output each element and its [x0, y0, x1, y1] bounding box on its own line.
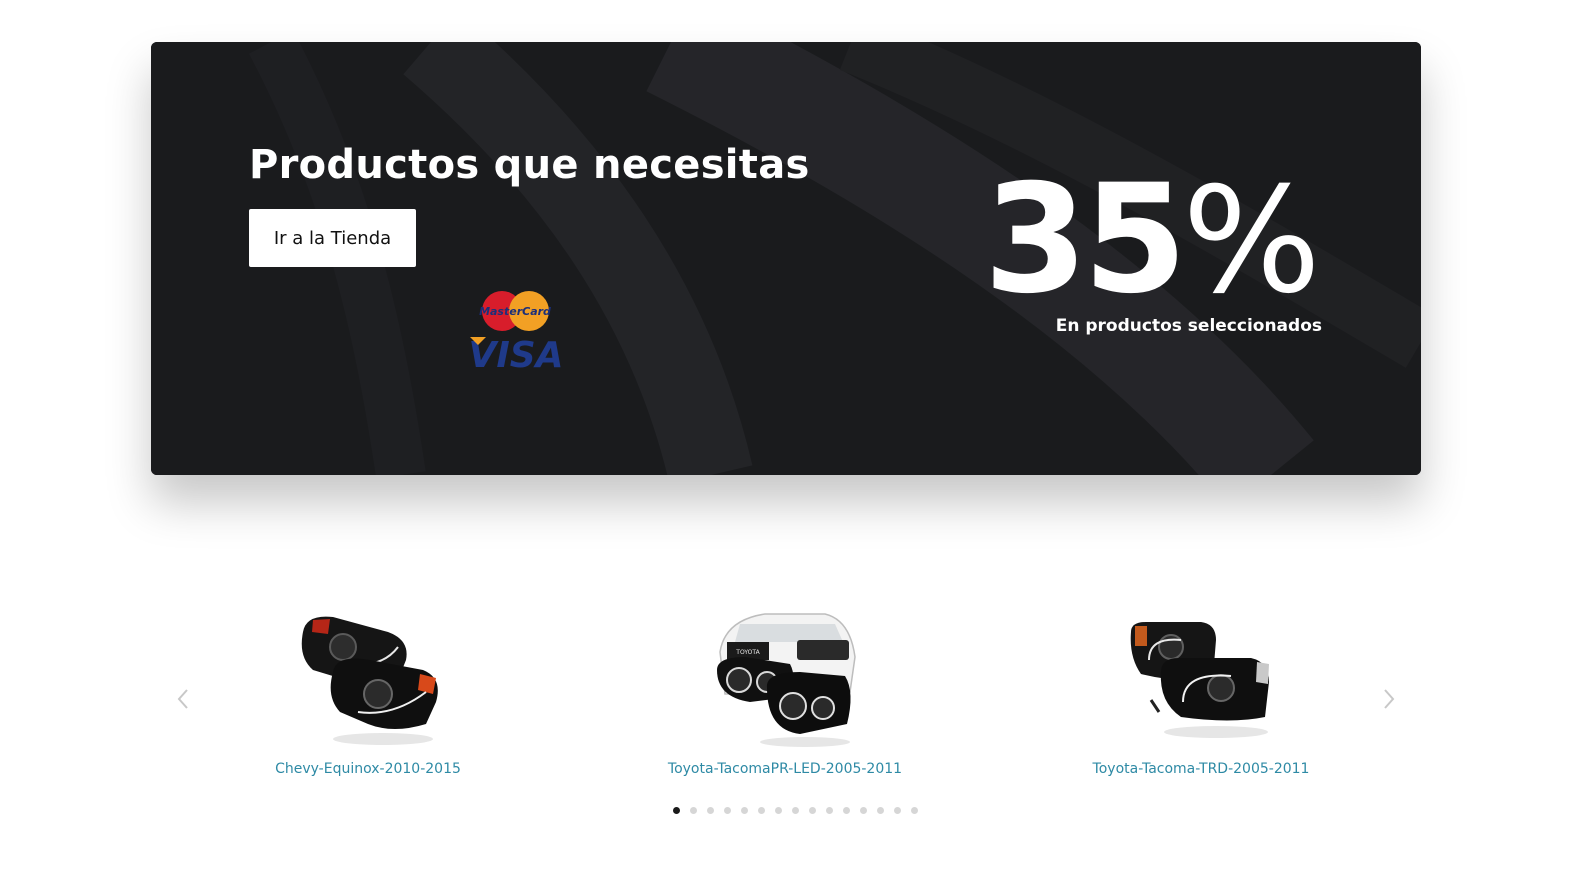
- carousel-dot[interactable]: [723, 806, 731, 814]
- mastercard-logo-text: MasterCard: [479, 305, 551, 318]
- black-headlight-pair-image: [301, 616, 438, 745]
- svg-text:TOYOTA: TOYOTA: [735, 649, 760, 656]
- carousel-dot[interactable]: [893, 806, 901, 814]
- mastercard-visa-logo: MasterCard VISA: [468, 291, 564, 375]
- white-truck-headlight-pair-image: TOYOTA: [717, 613, 856, 747]
- chevron-left-icon: [177, 689, 188, 709]
- product-name[interactable]: Chevy-Equinox-2010-2015: [275, 761, 461, 777]
- discount-number: 35: [983, 153, 1188, 327]
- carousel-dot[interactable]: [842, 806, 850, 814]
- carousel-dot[interactable]: [859, 806, 867, 814]
- percent-symbol: %: [1182, 156, 1321, 326]
- carousel-next-arrow[interactable]: [1375, 685, 1403, 713]
- product-card-chevy-equinox[interactable]: Chevy-Equinox-2010-2015: [218, 585, 518, 785]
- carousel-dot[interactable]: [757, 806, 765, 814]
- product-card-toyota-tacoma-trd[interactable]: Toyota-Tacoma-TRD-2005-2011: [1051, 585, 1351, 785]
- black-headlight-pair-image: [1130, 622, 1269, 738]
- carousel-dot[interactable]: [825, 806, 833, 814]
- carousel-dot[interactable]: [774, 806, 782, 814]
- visa-logo-text: VISA: [468, 335, 563, 375]
- carousel-dot[interactable]: [672, 806, 680, 814]
- go-to-store-button[interactable]: Ir a la Tienda: [249, 209, 416, 267]
- product-name[interactable]: Toyota-Tacoma-TRD-2005-2011: [1093, 761, 1310, 777]
- discount-value: 35%: [984, 160, 1321, 321]
- product-carousel: Chevy-Equinox-2010-2015 TOYOTA Toyota-Ta…: [151, 585, 1421, 835]
- carousel-dot[interactable]: [740, 806, 748, 814]
- carousel-dot[interactable]: [876, 806, 884, 814]
- carousel-previous-arrow[interactable]: [169, 685, 197, 713]
- promo-banner: Productos que necesitas Ir a la Tienda M…: [151, 42, 1421, 475]
- discount-caption: En productos seleccionados: [1055, 316, 1322, 336]
- carousel-dot[interactable]: [706, 806, 714, 814]
- carousel-pagination: [160, 803, 1430, 817]
- product-card-toyota-tacoma-pr-led[interactable]: TOYOTA Toyota-TacomaPR-LED-2005-2011: [635, 585, 935, 785]
- carousel-dot[interactable]: [689, 806, 697, 814]
- carousel-dot[interactable]: [808, 806, 816, 814]
- promo-title: Productos que necesitas: [249, 142, 810, 188]
- carousel-dot[interactable]: [791, 806, 799, 814]
- carousel-dot[interactable]: [910, 806, 918, 814]
- product-name[interactable]: Toyota-TacomaPR-LED-2005-2011: [668, 761, 902, 777]
- chevron-right-icon: [1384, 689, 1395, 709]
